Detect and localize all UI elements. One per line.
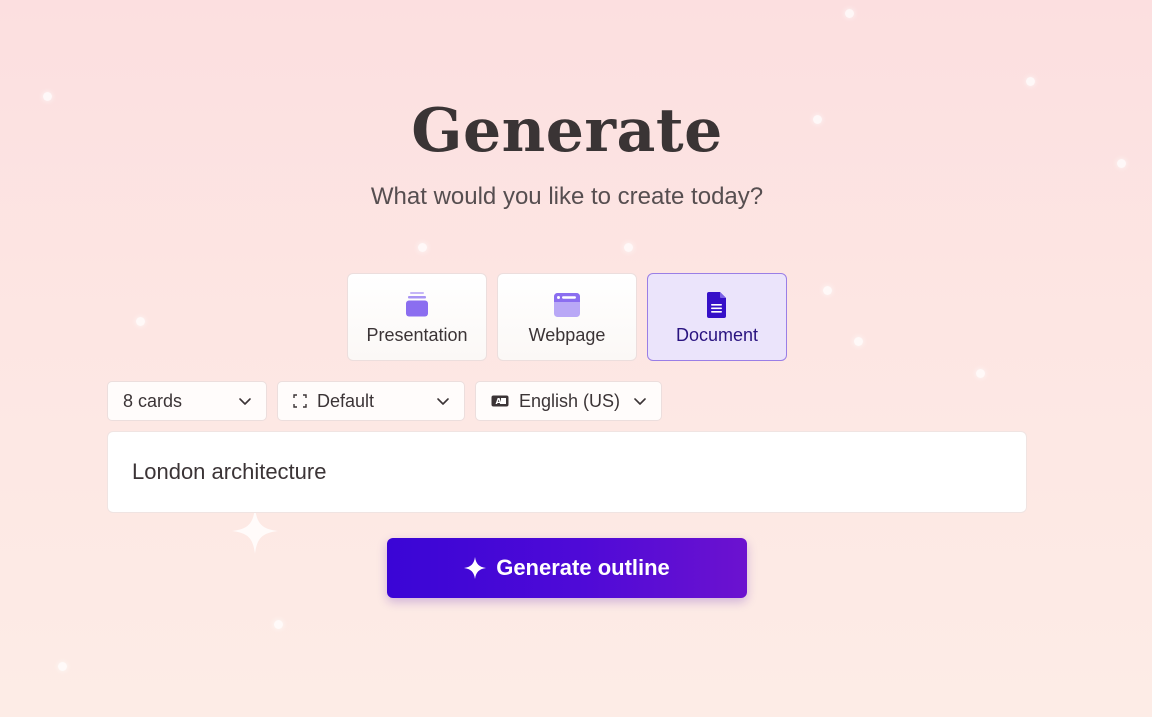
sparkle-decoration	[136, 317, 145, 326]
sparkle-decoration	[418, 243, 427, 252]
generate-outline-button[interactable]: Generate outline	[387, 538, 747, 598]
presentation-stack-icon	[406, 292, 428, 317]
sparkle-decoration	[823, 286, 832, 295]
document-type-tile[interactable]: Document	[647, 273, 787, 361]
theme-dropdown[interactable]: Default	[277, 381, 465, 421]
webpage-label: Webpage	[528, 325, 606, 345]
sparkle-decoration	[58, 662, 67, 671]
sparkle-decoration	[845, 9, 854, 18]
document-label: Document	[675, 325, 759, 345]
browser-window-icon	[554, 293, 580, 317]
theme-value: Default	[317, 390, 375, 411]
language-dropdown[interactable]: A English (US)	[475, 381, 662, 421]
aspect-ratio-icon	[293, 394, 307, 408]
document-icon	[707, 292, 726, 318]
card-count-value: 8 cards	[123, 390, 183, 411]
sparkle-decoration	[976, 369, 985, 378]
large-sparkle-decoration	[232, 508, 278, 554]
generate-outline-label: Generate outline	[496, 555, 670, 580]
webpage-type-tile[interactable]: Webpage	[497, 273, 637, 361]
prompt-input[interactable]	[132, 459, 1002, 485]
chevron-down-icon	[634, 398, 646, 405]
prompt-box	[107, 431, 1027, 513]
sparkle-decoration	[274, 620, 283, 629]
sparkle-icon	[464, 557, 487, 579]
presentation-type-tile[interactable]: Presentation	[347, 273, 487, 361]
language-value: English (US)	[519, 390, 621, 411]
sparkle-decoration	[624, 243, 633, 252]
language-icon: A	[491, 395, 509, 407]
chevron-down-icon	[437, 398, 449, 405]
sparkle-decoration	[1026, 77, 1035, 86]
page-subtitle: What would you like to create today?	[370, 183, 764, 210]
sparkle-decoration	[854, 337, 863, 346]
chevron-down-icon	[239, 398, 251, 405]
page-title: Generate	[411, 96, 723, 166]
presentation-label: Presentation	[366, 325, 468, 345]
card-count-dropdown[interactable]: 8 cards	[107, 381, 267, 421]
